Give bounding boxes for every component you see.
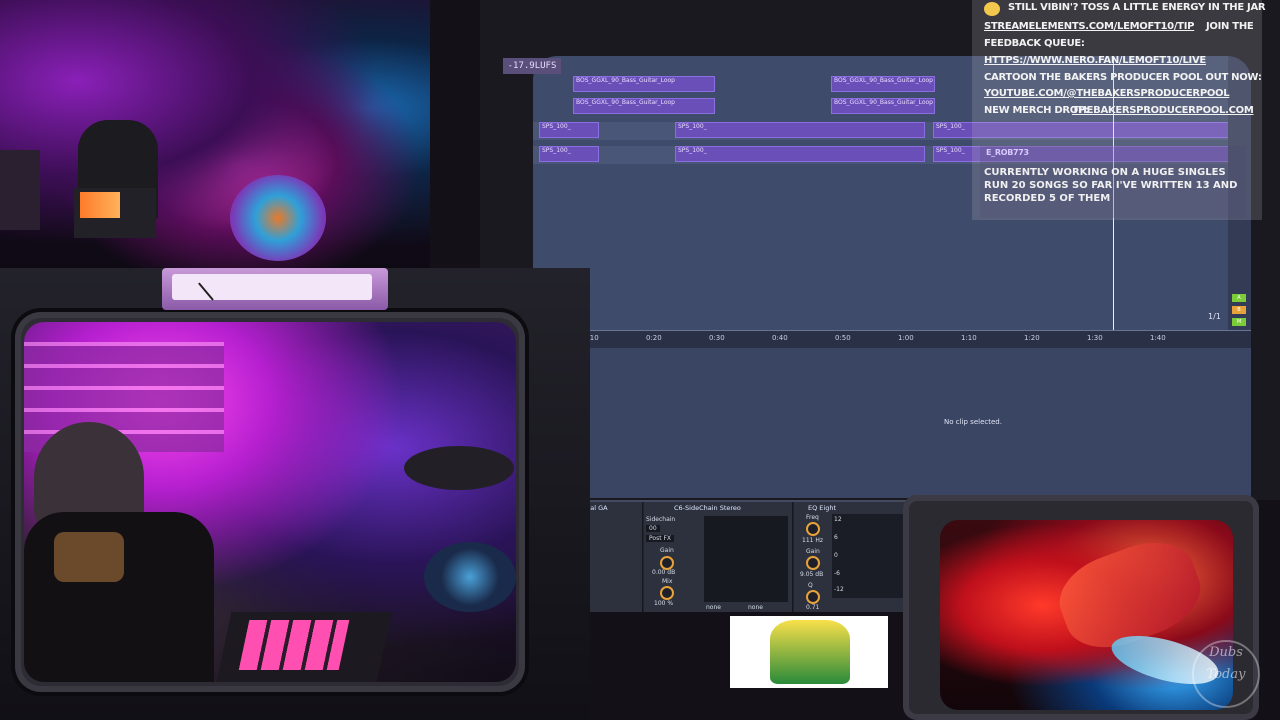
clip-sps[interactable]: SPS_100_ xyxy=(539,146,599,162)
main-camera-feed xyxy=(24,322,516,682)
gain-knob[interactable] xyxy=(660,556,674,570)
eq-gain-knob[interactable] xyxy=(806,556,820,570)
tip-link[interactable]: STREAMELEMENTS.COM/LEMOFT10/TIP xyxy=(984,21,1194,32)
lufs-readout: -17.9LUFS xyxy=(503,58,561,74)
clip-bass-loop[interactable]: BOS_GGXL_90_Bass_Guitar_Loop xyxy=(831,76,935,92)
sidechain-display xyxy=(704,516,788,602)
freq-label: Freq xyxy=(806,514,819,521)
ruler-tick: 0:20 xyxy=(646,334,662,342)
dubs-today-logo: Dubs Today xyxy=(1192,640,1260,708)
device-title: EQ Eight xyxy=(808,504,836,512)
clip-sps[interactable]: SPS_100_ xyxy=(675,122,925,138)
db-scale-label: 12 xyxy=(834,516,842,523)
chat-message: CURRENTLY WORKING ON A HUGE SINGLES RUN … xyxy=(984,167,1238,204)
mix-label: Mix xyxy=(662,578,673,585)
headphones-pouch xyxy=(54,532,124,582)
eq-gain-value: 9.05 dB xyxy=(800,571,824,578)
eq-graph[interactable]: 12 6 0 -6 -12 xyxy=(832,514,906,598)
ruler-tick: 0:50 xyxy=(835,334,851,342)
moon-icon xyxy=(984,2,1000,16)
freq-knob[interactable] xyxy=(806,522,820,536)
artwork-thumbnail xyxy=(730,616,888,688)
chat-cartoon-line: CARTOON THE BAKERS PRODUCER POOL OUT NOW… xyxy=(984,72,1262,83)
visualizer-screen xyxy=(940,520,1233,710)
mix-value: 100 % xyxy=(654,600,674,607)
ruler-tick: 0:30 xyxy=(709,334,725,342)
youtube-link[interactable]: YOUTUBE.COM/@THEBAKERSPRODUCERPOOL xyxy=(984,88,1230,99)
q-value: 0.71 xyxy=(806,604,820,611)
ruler-tick: 1:00 xyxy=(898,334,914,342)
vu-meter xyxy=(162,268,388,310)
clip-bass-loop[interactable]: BOS_GGXL_90_Bass_Guitar_Loop xyxy=(573,98,715,114)
chat-tip-line: STILL VIBIN'? TOSS A LITTLE ENERGY IN TH… xyxy=(1008,2,1266,13)
keyboard xyxy=(0,150,40,230)
sidechain-label: Sidechain xyxy=(646,516,676,523)
device-eq-eight[interactable]: EQ Eight Freq 111 Hz Gain 9.05 dB Q 0.71… xyxy=(794,502,908,612)
none-select[interactable]: none xyxy=(748,604,763,611)
clip-sps[interactable]: SPS_100_ xyxy=(539,122,599,138)
device-sidechain[interactable]: C6-SideChain Stereo Sidechain 00 Post FX… xyxy=(644,502,793,612)
ruler-tick: 1:40 xyxy=(1150,334,1166,342)
device-chain[interactable]: Real GA C6-SideChain Stereo Sidechain 00… xyxy=(578,500,908,612)
none-select[interactable]: none xyxy=(706,604,721,611)
ruler-tick: 1:20 xyxy=(1024,334,1040,342)
ruler-tick: 1:30 xyxy=(1087,334,1103,342)
feedback-link[interactable]: HTTPS://WWW.NERO.FAN/LEMOFT10/LIVE xyxy=(984,55,1206,66)
db-scale-label: 6 xyxy=(834,534,838,541)
chat-join-text: JOIN THE xyxy=(1206,21,1254,32)
artwork-figure xyxy=(770,620,850,684)
ruler-tick: 0:40 xyxy=(772,334,788,342)
chat-feedback-line: FEEDBACK QUEUE: xyxy=(984,38,1085,49)
position-readout: 1/1 xyxy=(1208,312,1221,321)
clip-sps[interactable]: SPS_100_ xyxy=(675,146,925,162)
gain-value: 0.00 dB xyxy=(652,569,676,576)
track-button-a[interactable]: A xyxy=(1232,294,1246,302)
gain-label: Gain xyxy=(660,547,674,554)
no-clip-message: No clip selected. xyxy=(944,418,1002,426)
clip-bass-loop[interactable]: BOS_GGXL_90_Bass_Guitar_Loop xyxy=(573,76,715,92)
merch-link[interactable]: THEBAKERSPRODUCERPOOL.COM xyxy=(1072,105,1254,116)
db-scale-label: 0 xyxy=(834,552,838,559)
pad-lights xyxy=(80,192,120,218)
postfx-select[interactable]: Post FX xyxy=(646,535,675,542)
q-knob[interactable] xyxy=(806,590,820,604)
turntable xyxy=(424,542,516,612)
clip-detail-view[interactable]: No clip selected. xyxy=(533,348,1251,498)
track-button-b[interactable]: B xyxy=(1232,306,1246,314)
track-button-m[interactable]: M xyxy=(1232,318,1246,326)
db-scale-label: -6 xyxy=(834,570,840,577)
db-scale-label: -12 xyxy=(834,586,844,593)
chat-username: E_ROB773 xyxy=(986,148,1029,157)
pad-lights xyxy=(238,620,350,670)
caps-row xyxy=(404,446,514,490)
sidechain-select[interactable]: 00 xyxy=(646,525,660,532)
eq-gain-label: Gain xyxy=(806,548,820,555)
clip-bass-loop[interactable]: BOS_GGXL_90_Bass_Guitar_Loop xyxy=(831,98,935,114)
q-label: Q xyxy=(808,582,813,589)
ruler-tick: 1:10 xyxy=(961,334,977,342)
freq-value: 111 Hz xyxy=(802,537,824,544)
device-title: C6-SideChain Stereo xyxy=(674,504,741,512)
vinyl-record xyxy=(230,175,326,261)
mix-knob[interactable] xyxy=(660,586,674,600)
top-camera-feed xyxy=(0,0,430,272)
time-ruler[interactable]: 0:10 0:20 0:30 0:40 0:50 1:00 1:10 1:20 … xyxy=(533,330,1251,349)
